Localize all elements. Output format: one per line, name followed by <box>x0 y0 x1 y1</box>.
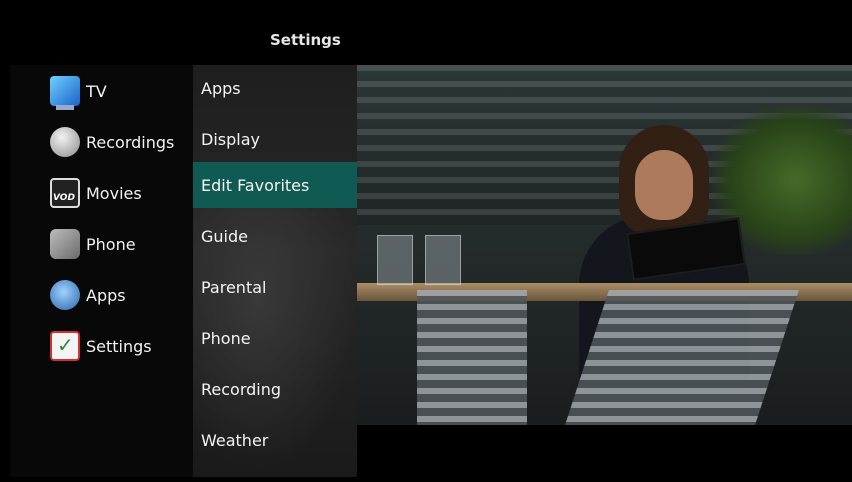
phone-icon <box>50 229 80 259</box>
tv-screen: Settings TV Recordings Movies Ph <box>10 17 852 477</box>
submenu-item-display[interactable]: Display <box>193 116 357 162</box>
vod-clapperboard-icon <box>50 178 80 208</box>
live-video-preview <box>357 65 852 425</box>
main-menu-item-settings[interactable]: Settings <box>50 328 190 364</box>
apps-gear-icon <box>50 280 80 310</box>
main-menu-item-label: Movies <box>86 183 142 203</box>
submenu-item-label: Edit Favorites <box>201 175 310 195</box>
main-menu-item-label: TV <box>86 81 107 101</box>
submenu-item-edit-favorites[interactable]: Edit Favorites <box>193 162 357 208</box>
main-menu-item-movies[interactable]: Movies <box>50 175 190 211</box>
submenu-item-apps[interactable]: Apps <box>193 65 357 111</box>
submenu-item-guide[interactable]: Guide <box>193 213 357 259</box>
submenu-item-label: Weather <box>201 430 269 450</box>
submenu-item-label: Recording <box>201 379 282 399</box>
recordings-film-reel-icon <box>50 127 80 157</box>
top-bar: Settings <box>10 17 852 65</box>
submenu-item-weather[interactable]: Weather <box>193 417 357 463</box>
submenu-item-label: Guide <box>201 226 248 246</box>
main-menu-item-label: Recordings <box>86 132 175 152</box>
main-menu: TV Recordings Movies Phone Apps Settings <box>10 65 193 477</box>
video-bottom-bar <box>357 425 852 477</box>
main-menu-item-phone[interactable]: Phone <box>50 226 190 262</box>
submenu-item-label: Display <box>201 129 260 149</box>
tv-icon <box>50 76 80 110</box>
submenu-item-phone[interactable]: Phone <box>193 315 357 361</box>
main-menu-item-tv[interactable]: TV <box>50 73 190 110</box>
main-menu-item-label: Settings <box>86 336 152 356</box>
submenu-item-label: Parental <box>201 277 267 297</box>
main-menu-item-recordings[interactable]: Recordings <box>50 124 190 160</box>
main-menu-item-apps[interactable]: Apps <box>50 277 190 313</box>
settings-checkbox-icon <box>50 331 80 361</box>
submenu-item-label: Apps <box>201 78 241 98</box>
main-menu-item-label: Apps <box>86 285 126 305</box>
submenu-item-recording[interactable]: Recording <box>193 366 357 412</box>
page-title: Settings <box>270 31 341 49</box>
submenu-item-parental[interactable]: Parental <box>193 264 357 310</box>
submenu-item-label: Phone <box>201 328 251 348</box>
main-menu-item-label: Phone <box>86 234 136 254</box>
settings-submenu: Apps Display Edit Favorites Guide Parent… <box>193 65 357 477</box>
